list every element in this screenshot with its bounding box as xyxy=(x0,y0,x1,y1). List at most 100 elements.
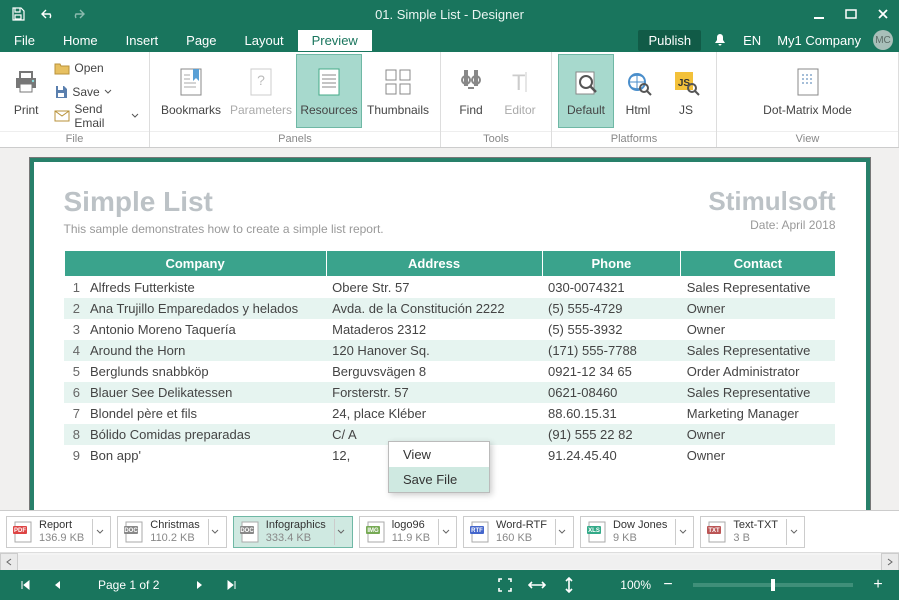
attachment-dropdown[interactable] xyxy=(208,519,222,545)
prev-page-button[interactable] xyxy=(46,574,68,596)
next-page-button[interactable] xyxy=(189,574,211,596)
quick-access xyxy=(0,0,96,28)
file-icon: RTF xyxy=(468,520,492,544)
zoom-in-button[interactable]: + xyxy=(871,576,885,594)
menu-preview[interactable]: Preview xyxy=(298,30,372,51)
editor-button[interactable]: T Editor xyxy=(495,54,545,128)
document-area[interactable]: Simple List Stimulsoft This sample demon… xyxy=(0,148,899,510)
attachment-dropdown[interactable] xyxy=(786,519,800,545)
fit-height-button[interactable] xyxy=(558,574,580,596)
open-button[interactable]: Open xyxy=(50,57,143,79)
print-label: Print xyxy=(14,103,39,117)
first-icon xyxy=(19,579,31,591)
horizontal-scrollbar[interactable] xyxy=(0,552,899,570)
parameters-button[interactable]: ? Parameters xyxy=(226,54,296,128)
svg-text:T: T xyxy=(512,70,525,95)
attachment-item[interactable]: XLSDow Jones9 KB xyxy=(580,516,694,548)
maximize-button[interactable] xyxy=(835,0,867,28)
attachment-item[interactable]: DOCChristmas110.2 KB xyxy=(117,516,227,548)
th-contact: Contact xyxy=(681,251,835,277)
menu-file[interactable]: File xyxy=(0,30,49,51)
ribbon-group-platforms: Platforms xyxy=(552,131,716,147)
attachment-dropdown[interactable] xyxy=(555,519,569,545)
bookmark-icon xyxy=(178,67,204,97)
zoom-value: 100% xyxy=(620,578,651,592)
print-button[interactable]: Print xyxy=(6,54,46,128)
save-qa-button[interactable] xyxy=(4,0,32,28)
html-button[interactable]: Html xyxy=(614,54,662,128)
attachment-item[interactable]: DOCInfographics333.4 KB xyxy=(233,516,353,548)
th-company: Company xyxy=(64,251,326,277)
menu-page[interactable]: Page xyxy=(172,30,230,51)
close-button[interactable] xyxy=(867,0,899,28)
attachment-item[interactable]: PDFReport136.9 KB xyxy=(6,516,111,548)
attachment-dropdown[interactable] xyxy=(334,519,348,545)
zoom-thumb[interactable] xyxy=(771,579,775,591)
attachment-item[interactable]: RTFWord-RTF160 KB xyxy=(463,516,574,548)
chevron-down-icon xyxy=(131,112,139,120)
send-email-button[interactable]: Send Email xyxy=(50,105,143,127)
fit-height-icon xyxy=(563,577,575,593)
zoom-out-button[interactable]: − xyxy=(661,576,675,594)
save-button[interactable]: Save xyxy=(50,81,143,103)
th-phone: Phone xyxy=(542,251,681,277)
attachment-dropdown[interactable] xyxy=(675,519,689,545)
ribbon-group-view: View xyxy=(717,131,898,147)
context-menu-view[interactable]: View xyxy=(389,442,489,467)
next-icon xyxy=(195,579,205,591)
title-bar: 01. Simple List - Designer xyxy=(0,0,899,28)
table-row: 7Blondel père et fils24, place Kléber88.… xyxy=(64,403,835,424)
attachment-item[interactable]: TXTText-TXT3 B xyxy=(700,516,805,548)
find-icon xyxy=(458,68,484,96)
attachment-dropdown[interactable] xyxy=(92,519,106,545)
attachment-dropdown[interactable] xyxy=(438,519,452,545)
maximize-icon xyxy=(845,8,857,20)
svg-text:RTF: RTF xyxy=(471,528,483,534)
menu-insert[interactable]: Insert xyxy=(112,30,173,51)
undo-qa-button[interactable] xyxy=(34,0,62,28)
context-menu-save-file[interactable]: Save File xyxy=(389,467,489,492)
notifications-button[interactable] xyxy=(705,30,735,50)
report-brand: Stimulsoft xyxy=(708,186,835,217)
attachment-item[interactable]: IMGlogo9611.9 KB xyxy=(359,516,457,548)
first-page-button[interactable] xyxy=(14,574,36,596)
user-avatar[interactable]: MC xyxy=(873,30,893,50)
table-row: 5Berglunds snabbköpBerguvsvägen 80921-12… xyxy=(64,361,835,382)
scroll-right-button[interactable] xyxy=(881,553,899,571)
fit-width-button[interactable] xyxy=(526,574,548,596)
publish-button[interactable]: Publish xyxy=(638,30,701,51)
svg-text:PDF: PDF xyxy=(14,528,26,534)
minimize-button[interactable] xyxy=(803,0,835,28)
find-button[interactable]: Find xyxy=(447,54,495,128)
thumbnails-button[interactable]: Thumbnails xyxy=(362,54,434,128)
menu-layout[interactable]: Layout xyxy=(231,30,298,51)
scroll-left-button[interactable] xyxy=(0,553,18,571)
parameters-icon: ? xyxy=(248,67,274,97)
table-row: 3Antonio Moreno TaqueríaMataderos 2312(5… xyxy=(64,319,835,340)
dot-matrix-button[interactable]: Dot-Matrix Mode xyxy=(753,54,863,128)
language-button[interactable]: EN xyxy=(735,30,769,51)
menu-home[interactable]: Home xyxy=(49,30,112,51)
bookmarks-button[interactable]: Bookmarks xyxy=(156,54,226,128)
default-button[interactable]: Default xyxy=(558,54,614,128)
minimize-icon xyxy=(813,8,825,20)
table-row: 6Blauer See DelikatessenForsterstr. 5706… xyxy=(64,382,835,403)
report-date: Date: April 2018 xyxy=(750,218,835,232)
redo-qa-button[interactable] xyxy=(64,0,92,28)
fullscreen-button[interactable] xyxy=(494,574,516,596)
scroll-track[interactable] xyxy=(18,555,881,569)
chevron-down-icon xyxy=(558,528,566,536)
last-icon xyxy=(226,579,238,591)
company-label[interactable]: My1 Company xyxy=(769,30,869,51)
file-icon: DOC xyxy=(122,520,146,544)
last-page-button[interactable] xyxy=(221,574,243,596)
chevron-down-icon xyxy=(337,528,345,536)
close-icon xyxy=(877,8,889,20)
zoom-slider[interactable] xyxy=(693,583,853,587)
th-address: Address xyxy=(326,251,542,277)
resources-button[interactable]: Resources xyxy=(296,54,362,128)
file-icon: XLS xyxy=(585,520,609,544)
window-title: 01. Simple List - Designer xyxy=(96,7,803,22)
js-button[interactable]: JS JS xyxy=(662,54,710,128)
prev-icon xyxy=(52,579,62,591)
